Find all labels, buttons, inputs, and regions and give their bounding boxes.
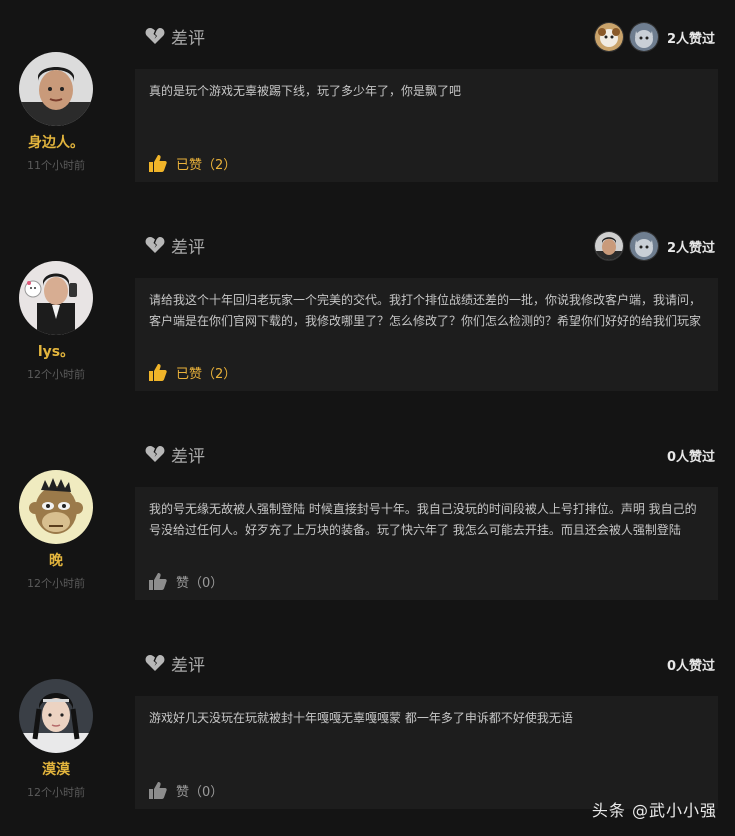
like-label: 赞（0） [176, 785, 224, 800]
comment-card: 请给我这个十年回归老玩家一个完美的交代。我打个排位战绩还差的一批，你说我修改客户… [135, 278, 718, 391]
comment-text: 请给我这个十年回归老玩家一个完美的交代。我打个排位战绩还差的一批，你说我修改客户… [149, 293, 702, 328]
like-button[interactable]: 已赞（2） [149, 363, 236, 382]
user-info: 晚 12个小时前 [18, 470, 94, 591]
broken-heart-icon [145, 446, 165, 462]
likers-count: 2人赞过 [666, 31, 715, 47]
review-item: 差评 0人赞过 晚 12个小时前 我的号无缘无故被人强制登陆 时候直接封号十年。… [0, 418, 735, 627]
review-item: 差评 2人赞过 lys。 12个小时前 请给我这个十年回归老玩家一个完美的交代。… [0, 209, 735, 418]
comment-text: 真的是玩个游戏无辜被踢下线，玩了多少年了，你是飘了吧 [149, 84, 462, 98]
like-label: 已赞（2） [176, 158, 237, 173]
user-info: lys。 12个小时前 [18, 261, 94, 382]
user-name[interactable]: lys。 [18, 341, 94, 361]
verdict-label: 差评 [171, 237, 205, 258]
post-time: 12个小时前 [27, 577, 85, 590]
verdict: 差评 [145, 24, 205, 49]
thumbs-up-icon [149, 782, 167, 799]
broken-heart-icon [145, 28, 165, 44]
liker-avatar[interactable] [628, 231, 659, 261]
likers-count: 0人赞过 [666, 658, 715, 674]
likers-count: 0人赞过 [666, 449, 715, 465]
like-button[interactable]: 赞（0） [149, 572, 223, 591]
likers[interactable]: 0人赞过 [659, 649, 715, 679]
user-name[interactable]: 漠漠 [18, 759, 94, 779]
verdict: 差评 [145, 233, 205, 258]
liker-avatar[interactable] [593, 22, 624, 52]
liker-avatar[interactable] [628, 22, 659, 52]
likers[interactable]: 2人赞过 [589, 22, 715, 52]
avatar[interactable] [19, 679, 93, 753]
post-time: 12个小时前 [27, 786, 85, 799]
thumbs-up-icon [149, 155, 167, 172]
post-time: 12个小时前 [27, 368, 85, 381]
likers-count: 2人赞过 [666, 240, 715, 256]
user-name[interactable]: 身边人。 [18, 132, 94, 152]
avatar[interactable] [19, 261, 93, 335]
thumbs-up-icon [149, 364, 167, 381]
liker-avatar[interactable] [593, 231, 624, 261]
like-button[interactable]: 已赞（2） [149, 154, 236, 173]
verdict: 差评 [145, 442, 205, 467]
watermark: 头条 @武小小强 [591, 801, 717, 820]
comment-card: 真的是玩个游戏无辜被踢下线，玩了多少年了，你是飘了吧 已赞（2） [135, 69, 718, 182]
review-item: 差评 2人赞过 身边人。 11个小时前 真的是玩个游戏无辜被踢下线，玩了多少年了… [0, 0, 735, 209]
like-label: 已赞（2） [176, 367, 237, 382]
post-time: 11个小时前 [27, 159, 85, 172]
verdict-label: 差评 [171, 446, 205, 467]
verdict-label: 差评 [171, 655, 205, 676]
comment-text: 我的号无缘无故被人强制登陆 时候直接封号十年。我自己没玩的时间段被人上号打排位。… [149, 502, 697, 537]
like-label: 赞（0） [176, 576, 224, 591]
thumbs-up-icon [149, 573, 167, 590]
comment-card: 游戏好几天没玩在玩就被封十年嘎嘎无辜嘎嘎蒙 都一年多了申诉都不好使我无语 赞（0… [135, 696, 718, 809]
broken-heart-icon [145, 237, 165, 253]
avatar[interactable] [19, 470, 93, 544]
verdict: 差评 [145, 651, 205, 676]
avatar[interactable] [19, 52, 93, 126]
broken-heart-icon [145, 655, 165, 671]
user-name[interactable]: 晚 [18, 550, 94, 570]
likers[interactable]: 2人赞过 [589, 231, 715, 261]
like-button[interactable]: 赞（0） [149, 781, 223, 800]
likers[interactable]: 0人赞过 [659, 440, 715, 470]
user-info: 身边人。 11个小时前 [18, 52, 94, 173]
comment-card: 我的号无缘无故被人强制登陆 时候直接封号十年。我自己没玩的时间段被人上号打排位。… [135, 487, 718, 600]
user-info: 漠漠 12个小时前 [18, 679, 94, 800]
verdict-label: 差评 [171, 28, 205, 49]
comment-text: 游戏好几天没玩在玩就被封十年嘎嘎无辜嘎嘎蒙 都一年多了申诉都不好使我无语 [149, 711, 573, 725]
